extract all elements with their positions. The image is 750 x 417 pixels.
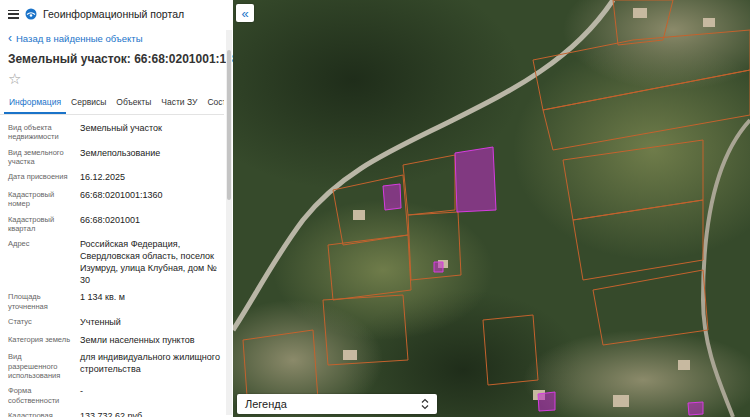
attribute-label: Площадь уточненная xyxy=(8,292,72,311)
back-link[interactable]: ‹ Назад в найденные объекты xyxy=(0,28,224,48)
legend-label[interactable]: Легенда xyxy=(245,398,287,410)
attribute-value: Российская Федерация, Свердловская облас… xyxy=(80,239,220,286)
attribute-value: 66:68:0201001 xyxy=(80,215,220,234)
back-label[interactable]: Назад в найденные объекты xyxy=(16,33,143,44)
attribute-value: для индивидуального жилищного строительс… xyxy=(80,352,220,380)
attribute-label: Кадастровая стоимость xyxy=(8,411,72,417)
attribute-label: Категория земель xyxy=(8,335,72,347)
attribute-row: Вид разрешенного использования для индиви… xyxy=(8,349,220,383)
object-title: Земельный участок: 66:68:0201001:1360 xyxy=(0,48,224,68)
panel-content: Геоинформационный портал ‹ Назад в найденн… xyxy=(0,0,233,417)
legend-dropdown[interactable]: Легенда xyxy=(237,394,437,414)
attribute-label: Вид объекта недвижимости xyxy=(8,123,72,142)
scrollbar[interactable] xyxy=(226,30,232,415)
menu-icon[interactable] xyxy=(8,10,19,19)
attribute-label: Кадастровый номер xyxy=(8,190,72,209)
back-icon[interactable]: ‹ xyxy=(8,32,12,44)
attribute-label: Адрес xyxy=(8,239,72,286)
attribute-value: Учтенный xyxy=(80,317,220,329)
attribute-value: 16.12.2025 xyxy=(80,172,220,184)
tab[interactable]: Объекты xyxy=(111,91,156,114)
tab[interactable]: Состав xyxy=(202,91,224,114)
map-view[interactable]: « Легенда xyxy=(233,0,750,417)
attribute-label: Дата присвоения xyxy=(8,172,72,184)
attribute-value: 133 732,62 руб. xyxy=(80,411,220,417)
attribute-value: 1 134 кв. м xyxy=(80,292,220,311)
satellite-image xyxy=(233,0,750,417)
attribute-row: Дата присвоения 16.12.2025 xyxy=(8,169,220,187)
attribute-row: Кадастровый номер 66:68:0201001:1360 xyxy=(8,187,220,212)
attribute-value: - xyxy=(80,386,220,405)
attribute-value: Земли населенных пунктов xyxy=(80,335,220,347)
favorite-star-icon[interactable]: ☆ xyxy=(0,68,224,89)
tab[interactable]: Информация xyxy=(4,91,66,114)
logo-icon xyxy=(25,8,37,20)
attribute-row: Кадастровая стоимость 133 732,62 руб. xyxy=(8,408,220,417)
attribute-row: АдресРоссийская Федерация, Свердловская … xyxy=(8,236,220,289)
attribute-row: Статус Учтенный xyxy=(8,314,220,332)
attribute-label: Вид разрешенного использования xyxy=(8,352,72,380)
attribute-label: Форма собственности xyxy=(8,386,72,405)
attribute-label: Вид земельного участка xyxy=(8,148,72,167)
attribute-row: Категория земель Земли населенных пунктов xyxy=(8,332,220,350)
attribute-list: Вид объекта недвижимости Земельный участо… xyxy=(0,115,224,417)
scrollbar-thumb[interactable] xyxy=(227,50,231,200)
attribute-value: Землепользование xyxy=(80,148,220,167)
info-panel: Геоинформационный портал ‹ Назад в найденн… xyxy=(0,0,233,417)
attribute-row: Вид земельного участка Землепользование xyxy=(8,145,220,170)
attribute-value: Земельный участок xyxy=(80,123,220,142)
tab[interactable]: Сервисы xyxy=(66,91,111,114)
attribute-row: Вид объекта недвижимости Земельный участо… xyxy=(8,120,220,145)
attribute-value: 66:68:0201001:1360 xyxy=(80,190,220,209)
attribute-row: Форма собственности- xyxy=(8,383,220,408)
collapse-panel-button[interactable]: « xyxy=(236,4,254,22)
updown-chevron-icon[interactable] xyxy=(421,398,429,410)
attribute-row: Кадастровый квартал 66:68:0201001 xyxy=(8,212,220,237)
attribute-label: Статус xyxy=(8,317,72,329)
tab[interactable]: Части ЗУ xyxy=(156,91,202,114)
attribute-row: Площадь уточненная 1 134 кв. м xyxy=(8,289,220,314)
app-title: Геоинформационный портал xyxy=(43,8,184,20)
tab-bar: ИнформацияСервисыОбъектыЧасти ЗУСостав▸ xyxy=(0,91,224,115)
header: Геоинформационный портал xyxy=(0,0,224,28)
attribute-label: Кадастровый квартал xyxy=(8,215,72,234)
